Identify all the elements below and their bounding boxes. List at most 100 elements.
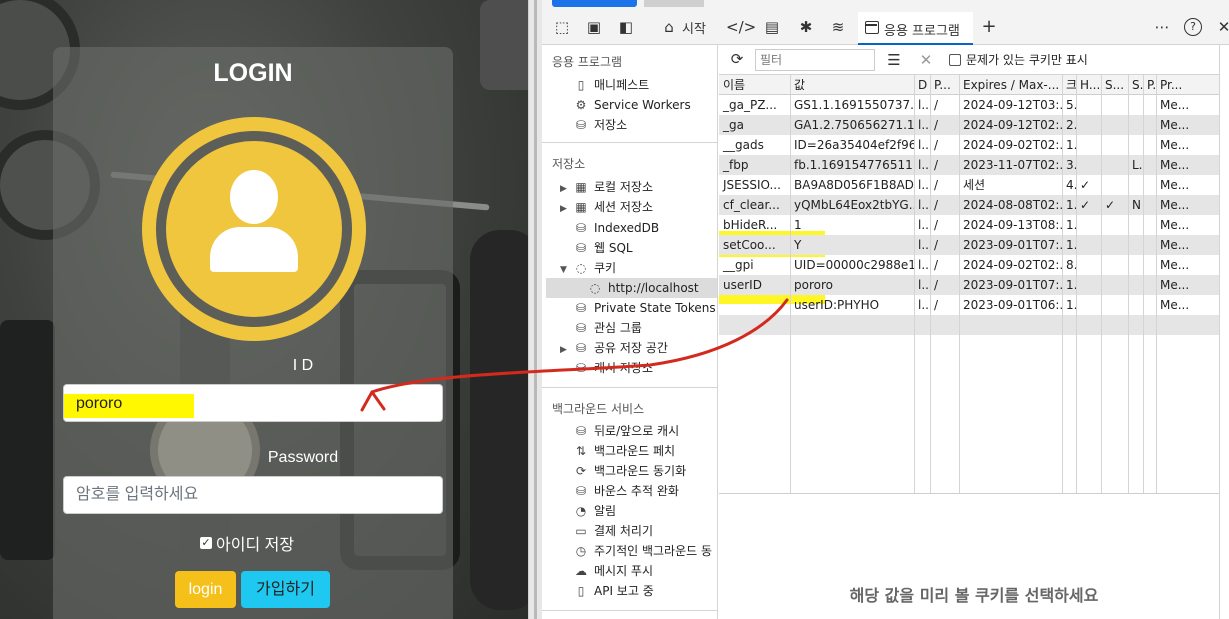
column-divider[interactable] [1076,75,1077,493]
table-row[interactable]: JSESSIO...BA9A8D056F1B8AD...l.../세션4.✓Me… [719,175,1229,195]
table-cell [1076,235,1101,255]
table-cell [1076,135,1101,155]
sidebar-item-push-messaging[interactable]: ☁ 메시지 푸시 [574,561,653,581]
tab-application[interactable]: 응용 프로그램 [858,12,973,45]
table-row[interactable]: bHideR...1l.../2024-09-13T08:...1.Me... [719,215,1229,235]
table-cell [1076,275,1101,295]
sidebar-item-interest-groups[interactable]: ⛁ 관심 그룹 [574,318,642,338]
sidebar-item-bounce-tracking[interactable]: ⛁ 바운스 추적 완화 [574,481,679,501]
column-divider[interactable] [914,75,915,493]
table-row[interactable]: _fbp fb.1.169154776511... l... / 2023-11-07T… [719,155,1229,175]
sidebar-item-payment-handler[interactable]: ▭ 결제 처리기 [574,521,653,541]
table-row[interactable]: userIDpororol.../2023-09-01T07:...1.Me..… [719,275,1229,295]
checkbox-checked-icon[interactable]: ✓ [200,537,212,549]
help-icon[interactable]: ? [1184,18,1202,36]
password-input[interactable]: 암호를 입력하세요 [63,476,443,514]
expand-arrow-icon[interactable]: ▶ [560,199,570,219]
column-header[interactable]: S... [1101,75,1128,95]
table-row[interactable]: cf_clear... yQMbL64Eox2tbYG... l... / 2024-0… [719,195,1229,215]
pane-splitter[interactable] [528,0,542,619]
sidebar-item-local-storage[interactable]: ▶ ▦ 로컬 저장소 [560,177,653,197]
table-row[interactable]: setCoo...Yl.../2023-09-01T07:...1.Me... [719,235,1229,255]
sidebar-item-shared-storage[interactable]: ▶ ⛁ 공유 저장 공간 [560,338,668,358]
table-cell: GA1.2.750656271.1... [794,118,914,132]
home-icon[interactable]: ⌂ [659,17,679,37]
clear-filtered-icon[interactable]: ☰ [884,50,904,70]
sidebar-item-bfcache[interactable]: ⛁ 뒤로/앞으로 캐시 [574,421,679,441]
column-header[interactable]: 값 [790,75,914,95]
sidebar-item-periodic-sync[interactable]: ◷ 주기적인 백그라운드 동 [574,541,712,561]
column-divider[interactable] [1062,75,1063,493]
table-cell: 2024-09-02T02:... [963,258,1062,272]
table-row[interactable]: userID:PHYHOl.../2023-09-01T06:...1.Me..… [719,295,1229,315]
debugger-bug-icon[interactable]: ✱ [796,17,816,37]
refresh-icon[interactable]: ⟳ [727,49,747,69]
inspect-element-icon[interactable]: ⬚ [552,17,572,37]
sidebar-item-reporting-api[interactable]: ▯ API 보고 중 [574,581,654,601]
sidebar-section-background-services: 백그라운드 서비스 [552,402,645,416]
sidebar-item-cache-storage[interactable]: ⛁ 캐시 저장소 [574,358,653,378]
table-cell: userID [723,278,762,292]
column-divider[interactable] [1128,75,1129,493]
sidebar-item-background-sync[interactable]: ⟳ 백그라운드 동기화 [574,461,686,481]
table-cell [1101,135,1128,155]
elements-tab-icon[interactable]: </> [726,17,756,37]
login-button[interactable]: login [175,571,236,608]
browser-tab-strip [542,0,1229,8]
delete-selected-icon[interactable]: ✕ [916,50,936,70]
id-input-value[interactable]: pororo [76,395,122,413]
column-divider[interactable] [930,75,931,493]
column-divider[interactable] [1143,75,1144,493]
column-header[interactable]: P. [1143,75,1156,95]
device-emulation-icon[interactable]: ▣ [584,17,604,37]
sidebar-item-session-storage[interactable]: ▶ ▦ 세션 저장소 [560,197,653,217]
table-row[interactable]: __gads ID=26a35404ef2f96... l... / 2024-09-0… [719,135,1229,155]
collapse-arrow-icon[interactable]: ▼ [560,260,570,280]
column-header[interactable]: P... [930,75,959,95]
table-cell: 8. [1066,258,1076,272]
expand-arrow-icon[interactable]: ▶ [560,340,570,360]
network-wifi-icon[interactable]: ≋ [828,17,848,37]
sidebar-item-cookies[interactable]: ▼ ◌ 쿠키 [560,258,616,278]
expand-arrow-icon[interactable]: ▶ [560,179,570,199]
sidebar-item-manifest[interactable]: ▯ 매니페스트 [574,75,650,95]
sidebar-item-web-sql[interactable]: ⛁ 웹 SQL [574,238,633,258]
more-options-icon[interactable]: ⋯ [1152,17,1172,37]
table-row[interactable]: _ga GA1.2.750656271.1... l... / 2024-09-12T0… [719,115,1229,135]
column-header[interactable]: D [914,75,930,95]
sidebar-item-private-state-tokens[interactable]: ⛁ Private State Tokens [574,298,716,318]
sidebar-item-indexeddb[interactable]: ⛁ IndexedDB [574,218,659,238]
table-cell: _ga [723,118,744,132]
remember-id-checkbox[interactable]: ✓ 아이디 저장 [200,531,294,555]
column-header[interactable]: S. [1128,75,1143,95]
add-tab-icon[interactable]: + [979,17,999,37]
column-header[interactable]: 이름 [719,75,790,95]
column-header[interactable]: Expires / Max-... [959,75,1062,95]
column-divider[interactable] [959,75,960,493]
sidebar-item-service-workers[interactable]: ⚙ Service Workers [574,95,691,115]
filter-input[interactable]: 필터 [755,49,875,71]
table-cell [1101,295,1128,315]
only-issues-checkbox[interactable]: 문제가 있는 쿠키만 표시 [949,51,1088,68]
column-header[interactable]: H... [1076,75,1101,95]
tab-start[interactable]: 시작 [682,18,706,37]
sidebar-item-storage[interactable]: ⛁ 저장소 [574,115,627,135]
table-row[interactable]: _ga_PZ... GS1.1.1691550737.... l... / 2024-0… [719,95,1229,115]
column-divider[interactable] [790,75,791,493]
checkbox-unchecked-icon[interactable] [949,53,961,66]
sidebar-item-background-fetch[interactable]: ⇅ 백그라운드 페치 [574,441,675,461]
sidebar-item-cookie-localhost[interactable]: ◌ http://localhost [588,278,699,298]
table-cell: 1. [1066,198,1076,212]
column-header[interactable]: 크 [1062,75,1076,95]
close-icon[interactable]: ✕ [1214,17,1229,37]
dock-side-icon[interactable]: ◧ [616,17,636,37]
table-cell [1128,255,1143,275]
column-divider[interactable] [1156,75,1157,493]
join-button[interactable]: 가입하기 [241,571,330,608]
file-icon: ▯ [577,584,585,598]
sidebar-item-notifications[interactable]: ◔ 알림 [574,501,616,521]
column-divider[interactable] [1101,75,1102,493]
table-cell: __gads [723,138,764,152]
table-row[interactable]: __gpi UID=00000c2988e1... l... / 2024-09-02T… [719,255,1229,275]
console-tab-icon[interactable]: ▤ [762,17,782,37]
